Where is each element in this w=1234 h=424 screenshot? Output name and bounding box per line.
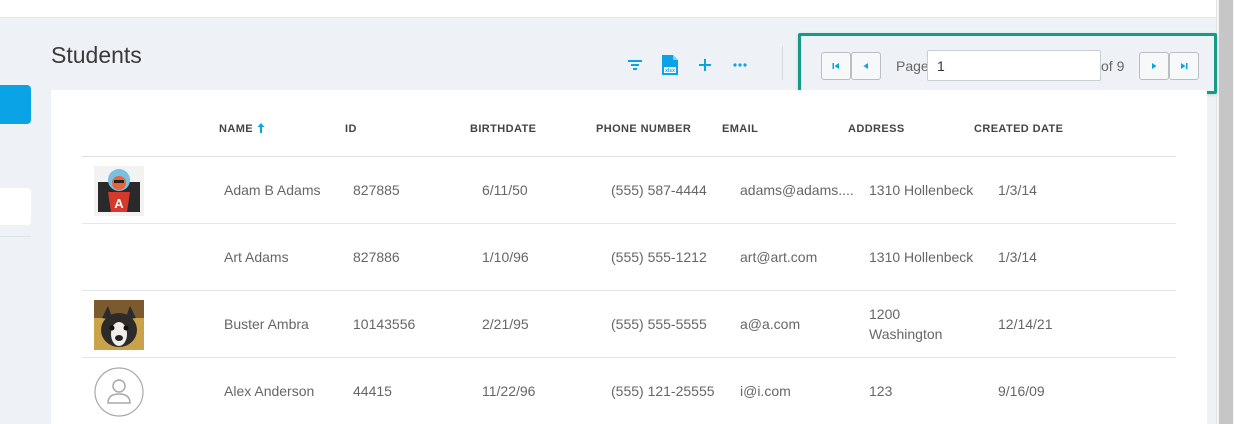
student-phone: (555) 121-25555 bbox=[611, 383, 715, 399]
student-created-date: 1/3/14 bbox=[998, 249, 1037, 265]
student-phone: (555) 587-4444 bbox=[611, 182, 707, 198]
top-bar bbox=[0, 0, 1216, 18]
previous-page-button[interactable] bbox=[851, 52, 881, 80]
page-label: Page bbox=[896, 58, 929, 74]
more-button[interactable] bbox=[722, 52, 757, 78]
sidebar-tab[interactable] bbox=[0, 188, 31, 225]
column-header-id[interactable]: ID bbox=[345, 123, 357, 135]
previous-page-icon bbox=[863, 63, 868, 69]
table-row[interactable]: Buster Ambra 10143556 2/21/95 (555) 555-… bbox=[82, 291, 1176, 358]
student-created-date: 9/16/09 bbox=[998, 383, 1045, 399]
student-birthdate: 2/21/95 bbox=[482, 316, 529, 332]
filter-icon bbox=[627, 60, 642, 70]
plus-icon bbox=[698, 59, 711, 71]
filter-button[interactable] bbox=[617, 52, 652, 78]
student-birthdate: 11/22/96 bbox=[482, 383, 536, 399]
student-created-date: 1/3/14 bbox=[998, 182, 1037, 198]
first-page-icon bbox=[832, 63, 839, 69]
student-name[interactable]: Adam B Adams bbox=[224, 180, 321, 200]
students-table-card: NAME ID BIRTHDATE PHONE NUMBER EMAIL ADD… bbox=[51, 90, 1207, 424]
export-xlsx-button[interactable]: xlsx bbox=[652, 52, 687, 78]
column-header-email[interactable]: EMAIL bbox=[722, 123, 758, 135]
column-header-address[interactable]: ADDRESS bbox=[848, 123, 905, 135]
student-email: art@art.com bbox=[740, 249, 818, 265]
table-row[interactable]: A Adam B Adams 827885 6/11/50 (555) 587-… bbox=[82, 157, 1176, 224]
student-id: 827886 bbox=[353, 249, 400, 265]
scrollbar-thumb[interactable] bbox=[1219, 0, 1233, 424]
svg-text:A: A bbox=[114, 196, 124, 211]
more-icon bbox=[732, 63, 747, 67]
last-page-icon bbox=[1181, 63, 1188, 69]
student-address: 1310 Hollenbeck bbox=[869, 249, 974, 265]
student-email: adams@adams.... bbox=[740, 182, 854, 198]
xlsx-badge-text: xlsx bbox=[665, 68, 675, 74]
dog-photo-avatar bbox=[94, 300, 144, 350]
column-header-name[interactable]: NAME bbox=[219, 123, 253, 135]
column-header-birthdate[interactable]: BIRTHDATE bbox=[470, 123, 536, 135]
student-email: a@a.com bbox=[740, 316, 801, 332]
xlsx-file-icon: xlsx bbox=[661, 55, 678, 75]
pagination-control: Page of 9 bbox=[798, 33, 1217, 94]
student-birthdate: 1/10/96 bbox=[482, 249, 529, 265]
student-created-date: 12/14/21 bbox=[998, 316, 1053, 332]
student-birthdate: 6/11/50 bbox=[482, 182, 528, 198]
student-email: i@i.com bbox=[740, 383, 791, 399]
student-name[interactable]: Alex Anderson bbox=[224, 381, 314, 401]
column-header-phone[interactable]: PHONE NUMBER bbox=[596, 123, 691, 135]
sort-ascending-icon bbox=[257, 123, 265, 133]
toolbar: xlsx bbox=[617, 52, 757, 78]
sidebar-active-tab[interactable] bbox=[0, 85, 31, 124]
student-address: 1310 Hollenbeck bbox=[869, 182, 974, 198]
student-phone: (555) 555-1212 bbox=[611, 249, 707, 265]
student-id: 827885 bbox=[353, 182, 400, 198]
last-page-button[interactable] bbox=[1169, 52, 1199, 80]
sidebar-divider bbox=[0, 236, 31, 237]
first-page-button[interactable] bbox=[821, 52, 851, 80]
student-name[interactable]: Buster Ambra bbox=[224, 314, 309, 334]
table-row[interactable]: Art Adams 827886 1/10/96 (555) 555-1212 … bbox=[82, 224, 1176, 291]
page-count-label: of 9 bbox=[1101, 58, 1125, 74]
student-id: 10143556 bbox=[353, 316, 416, 332]
scrollbar[interactable] bbox=[1216, 0, 1234, 424]
next-page-icon bbox=[1152, 63, 1157, 69]
student-name[interactable]: Art Adams bbox=[224, 247, 289, 267]
student-address-line2: Washington bbox=[869, 326, 943, 342]
student-id: 44415 bbox=[353, 383, 392, 399]
student-phone: (555) 555-5555 bbox=[611, 316, 707, 332]
next-page-button[interactable] bbox=[1139, 52, 1169, 80]
table-row[interactable]: Alex Anderson 44415 11/22/96 (555) 121-2… bbox=[82, 358, 1176, 424]
page-title: Students bbox=[51, 42, 142, 68]
user-placeholder-icon bbox=[94, 367, 144, 417]
student-address: 123 bbox=[869, 383, 893, 399]
cartoon-avatar-icon: A bbox=[94, 166, 144, 216]
add-button[interactable] bbox=[687, 52, 722, 78]
toolbar-separator bbox=[782, 46, 783, 80]
student-address: 1200 bbox=[869, 306, 901, 322]
page-number-input[interactable] bbox=[927, 50, 1101, 81]
column-header-created-date[interactable]: CREATED DATE bbox=[974, 123, 1063, 135]
